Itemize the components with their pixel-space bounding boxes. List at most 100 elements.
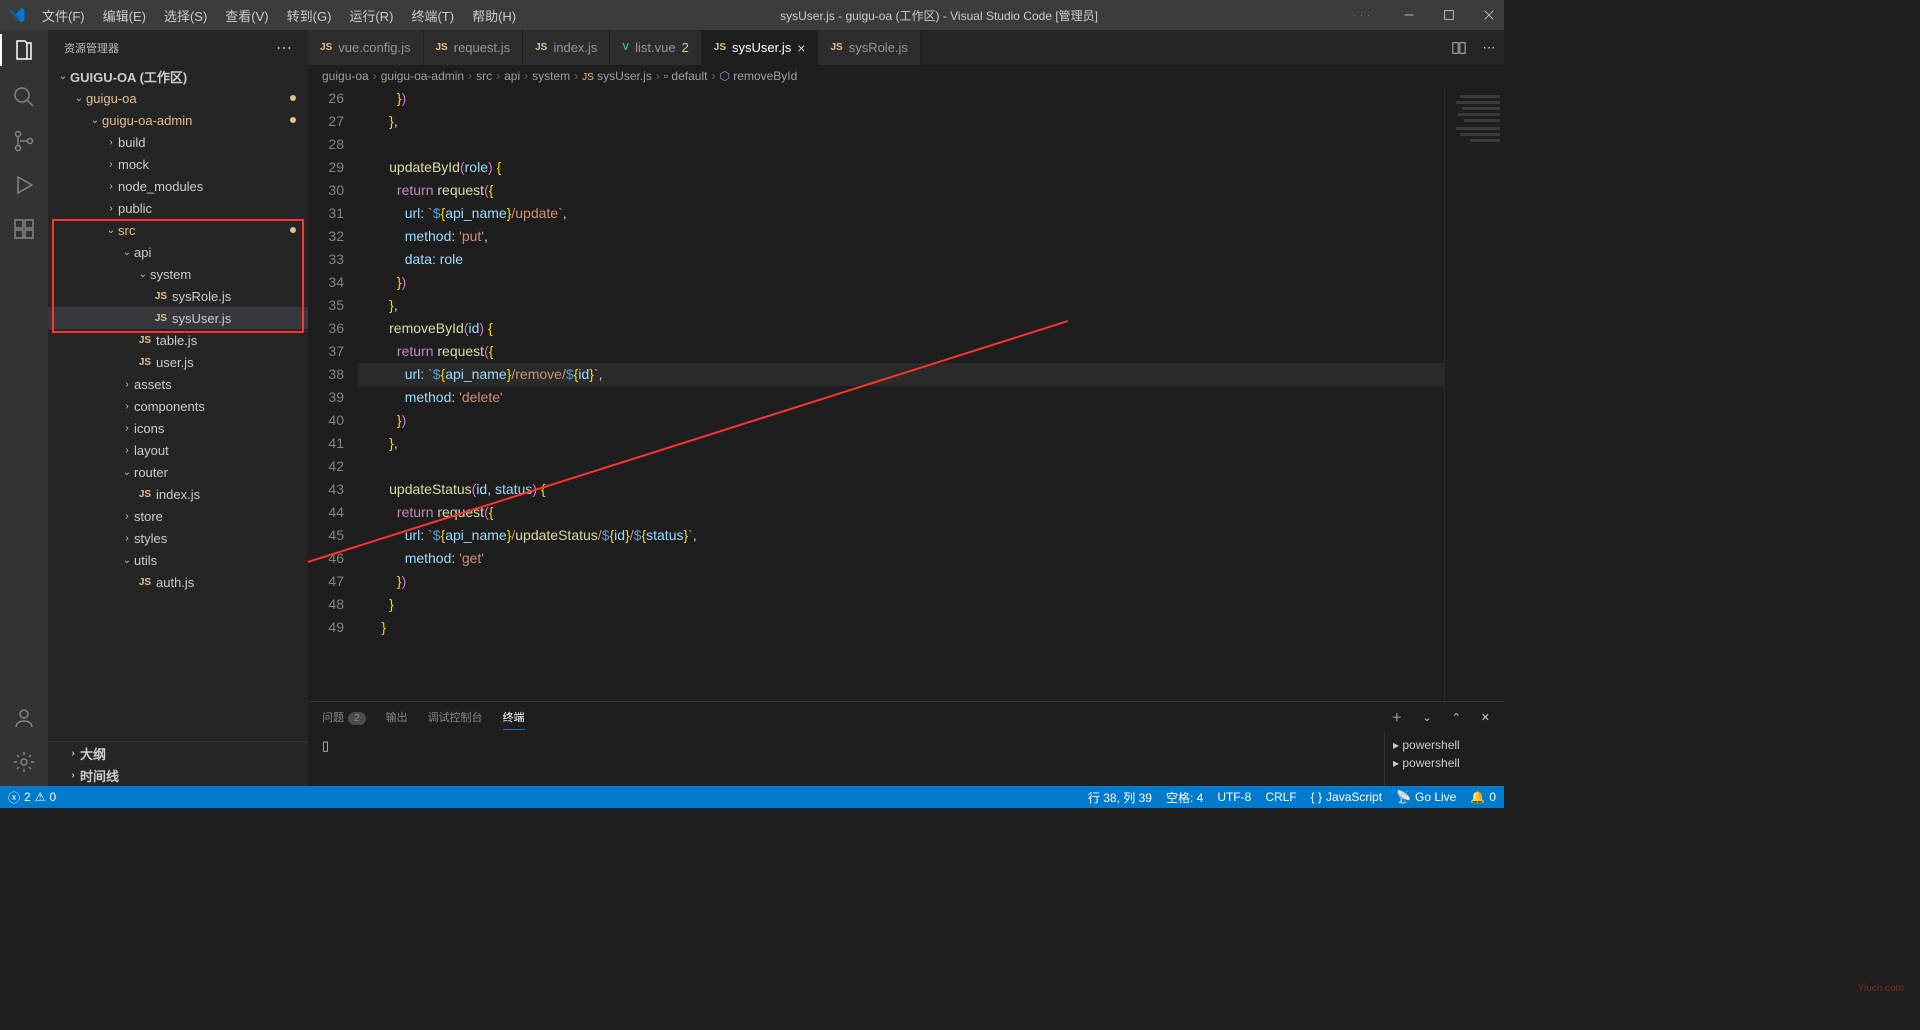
panel-right-icon[interactable] <box>1368 15 1369 16</box>
menu-item[interactable]: 运行(R) <box>341 2 401 29</box>
status-encoding[interactable]: UTF-8 <box>1217 789 1251 806</box>
tree-item[interactable]: ⌄guigu-oa <box>48 87 308 109</box>
menu-item[interactable]: 查看(V) <box>217 2 276 29</box>
tree-root-label: GUIGU-OA (工作区) <box>70 67 187 86</box>
close-icon[interactable] <box>1482 8 1496 22</box>
status-spaces[interactable]: 空格: 4 <box>1166 789 1203 806</box>
tree-item[interactable]: ›node_modules <box>48 175 308 197</box>
tree-root[interactable]: ⌄GUIGU-OA (工作区) <box>48 65 308 87</box>
breadcrumb-item[interactable]: guigu-oa-admin <box>381 69 464 83</box>
editor-tab[interactable]: JSsysRole.js <box>818 30 920 65</box>
tree-item[interactable]: ⌄guigu-oa-admin <box>48 109 308 131</box>
tree-item[interactable]: ›components <box>48 395 308 417</box>
menu-item[interactable]: 转到(G) <box>279 2 340 29</box>
terminal-entry[interactable]: ▸ powershell <box>1393 754 1496 772</box>
menu-item[interactable]: 文件(F) <box>34 2 93 29</box>
tree-item[interactable]: ⌄utils <box>48 549 308 571</box>
breadcrumb-item[interactable]: ⬡ removeById <box>719 69 797 83</box>
tree-item[interactable]: ⌄api <box>48 241 308 263</box>
status-eol[interactable]: CRLF <box>1265 789 1296 806</box>
sidebar-more-icon[interactable]: ⋯ <box>276 38 292 58</box>
menu-item[interactable]: 编辑(E) <box>95 2 154 29</box>
status-notifications[interactable]: 🔔 0 <box>1470 789 1496 806</box>
tree-item[interactable]: JStable.js <box>48 329 308 351</box>
tree-item[interactable]: ⌄system <box>48 263 308 285</box>
activity-bar <box>0 30 48 786</box>
gear-icon[interactable] <box>12 750 36 774</box>
menu-item[interactable]: 终端(T) <box>403 2 462 29</box>
menu-item[interactable]: 帮助(H) <box>464 2 524 29</box>
new-terminal-icon[interactable]: ＋ <box>1391 709 1402 725</box>
timeline-section[interactable]: ›时间线 <box>48 764 308 786</box>
editor-tab[interactable]: Vlist.vue2 <box>610 30 701 65</box>
maximize-panel-icon[interactable]: ⌃ <box>1452 711 1461 724</box>
minimize-icon[interactable] <box>1402 8 1416 22</box>
terminal[interactable]: ▯ <box>308 732 1384 786</box>
panel-tab-output[interactable]: 输出 <box>386 705 408 729</box>
status-language[interactable]: { } JavaScript <box>1311 789 1382 806</box>
file-tree: ⌄GUIGU-OA (工作区) ⌄guigu-oa⌄guigu-oa-admin… <box>48 65 308 741</box>
window-controls <box>1402 8 1496 22</box>
breadcrumb[interactable]: guigu-oa›guigu-oa-admin›src›api›system›J… <box>308 65 1504 87</box>
tab-more-icon[interactable]: ⋯ <box>1474 30 1504 65</box>
code-content[interactable]: }) }, updateById(role) { return request(… <box>358 87 1444 701</box>
account-icon[interactable] <box>12 706 36 730</box>
sidebar-title: 资源管理器 <box>64 40 119 56</box>
breadcrumb-item[interactable]: JS sysUser.js <box>582 69 652 83</box>
tree-item[interactable]: ›icons <box>48 417 308 439</box>
tree-item[interactable]: ›store <box>48 505 308 527</box>
tree-item[interactable]: ›assets <box>48 373 308 395</box>
editor-tab[interactable]: JSindex.js <box>523 30 610 65</box>
tree-item[interactable]: JSsysRole.js <box>48 285 308 307</box>
source-control-icon[interactable] <box>12 129 36 153</box>
breadcrumb-item[interactable]: src <box>476 69 492 83</box>
editor-tabs: JSvue.config.jsJSrequest.jsJSindex.jsVli… <box>308 30 1504 65</box>
tree-item[interactable]: JSsysUser.js <box>48 307 308 329</box>
panel-tab-terminal[interactable]: 终端 <box>503 705 525 730</box>
tree-item[interactable]: ›public <box>48 197 308 219</box>
menu-item[interactable]: 选择(S) <box>156 2 215 29</box>
debug-icon[interactable] <box>12 173 36 197</box>
tree-item[interactable]: JSauth.js <box>48 571 308 593</box>
panel-tab-debug[interactable]: 调试控制台 <box>428 705 483 729</box>
terminal-entry[interactable]: ▸ powershell <box>1393 736 1496 754</box>
tree-item[interactable]: ›mock <box>48 153 308 175</box>
watermark: Yiucn.com <box>1858 983 1904 994</box>
sidebar: 资源管理器 ⋯ ⌄GUIGU-OA (工作区) ⌄guigu-oa⌄guigu-… <box>48 30 308 786</box>
tree-item[interactable]: ›layout <box>48 439 308 461</box>
terminal-dropdown-icon[interactable]: ⌄ <box>1422 711 1431 724</box>
breadcrumb-item[interactable]: guigu-oa <box>322 69 369 83</box>
panel-tab-problems[interactable]: 问题2 <box>322 705 366 729</box>
tree-item[interactable]: ›styles <box>48 527 308 549</box>
panel: 问题2 输出 调试控制台 终端 ＋ ⌄ ⌃ ✕ ▯ ▸ powershell▸ … <box>308 701 1504 786</box>
tree-item[interactable]: ›build <box>48 131 308 153</box>
tree-item[interactable]: JSuser.js <box>48 351 308 373</box>
editor-tab[interactable]: JSvue.config.js <box>308 30 424 65</box>
panel-left-icon[interactable] <box>1354 15 1355 16</box>
breadcrumb-item[interactable]: api <box>504 69 520 83</box>
split-editor-icon[interactable] <box>1444 30 1474 65</box>
tree-item[interactable]: JSindex.js <box>48 483 308 505</box>
maximize-icon[interactable] <box>1442 8 1456 22</box>
breadcrumb-item[interactable]: ▫ default <box>664 69 708 83</box>
menu-bar: 文件(F)编辑(E)选择(S)查看(V)转到(G)运行(R)终端(T)帮助(H) <box>34 2 524 29</box>
outline-section[interactable]: ›大纲 <box>48 742 308 764</box>
editor-tab[interactable]: JSrequest.js <box>424 30 524 65</box>
layout-icon[interactable] <box>1381 15 1382 16</box>
minimap[interactable] <box>1444 87 1504 701</box>
search-icon[interactable] <box>12 85 36 109</box>
explorer-icon[interactable] <box>12 38 36 62</box>
status-cursor[interactable]: 行 38, 列 39 <box>1088 789 1152 806</box>
tree-item[interactable]: ⌄src <box>48 219 308 241</box>
breadcrumb-item[interactable]: system <box>532 69 570 83</box>
extensions-icon[interactable] <box>12 217 36 241</box>
editor-tab[interactable]: JSsysUser.js× <box>702 30 819 65</box>
close-panel-icon[interactable]: ✕ <box>1481 711 1490 724</box>
panel-bottom-icon[interactable] <box>1361 15 1362 16</box>
close-icon[interactable]: × <box>797 40 805 56</box>
title-bar: 文件(F)编辑(E)选择(S)查看(V)转到(G)运行(R)终端(T)帮助(H)… <box>0 0 1504 30</box>
status-golive[interactable]: 📡 Go Live <box>1396 789 1456 806</box>
code-editor[interactable]: 2627282930313233343536373839404142434445… <box>308 87 1504 701</box>
status-errors[interactable]: ⓧ 2 ⚠ 0 <box>8 789 56 806</box>
tree-item[interactable]: ⌄router <box>48 461 308 483</box>
